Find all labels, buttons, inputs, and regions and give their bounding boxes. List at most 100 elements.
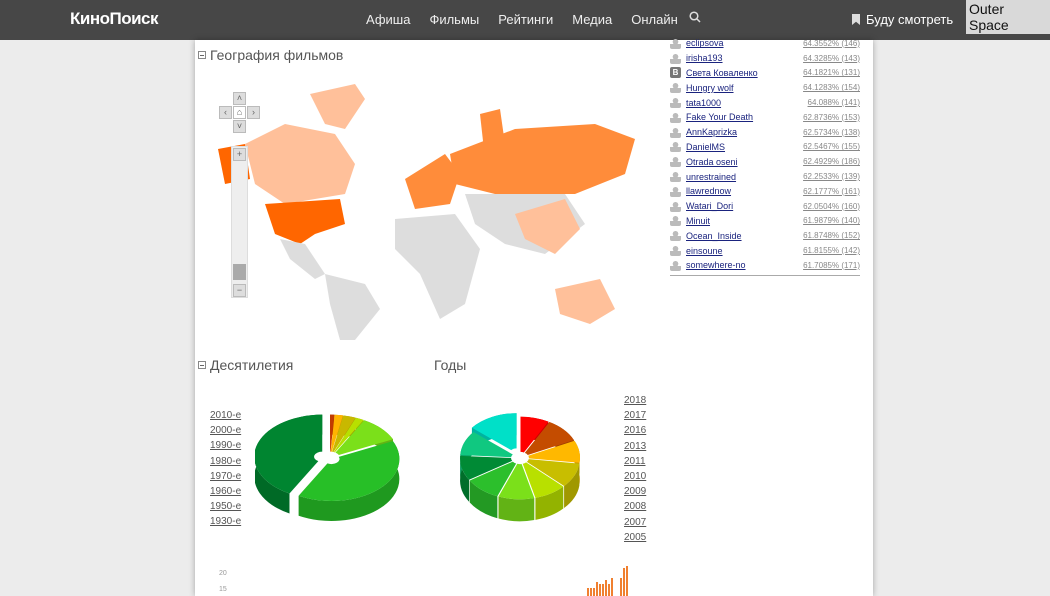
nav-media[interactable]: Медиа [572,12,612,27]
user-row: llawrednow 62.1777% (161) [670,184,860,199]
nav-films[interactable]: Фильмы [429,12,479,27]
legend-link[interactable]: 2007 [624,517,646,532]
legend-link[interactable]: 2010 [624,471,646,486]
user-link[interactable]: eclipsova [686,38,803,48]
user-link[interactable]: tata1000 [686,98,808,108]
legend-link[interactable]: 2005 [624,532,646,547]
zoom-out-button[interactable]: − [233,284,246,297]
user-link[interactable]: Fake Your Death [686,112,803,122]
watchlist-button[interactable]: Буду смотреть [852,12,953,27]
user-avatar-icon [670,37,681,49]
decades-pie-chart [255,414,400,521]
user-match-value[interactable]: 62.5734% (138) [803,128,860,137]
years-title: Годы [434,357,467,373]
user-link[interactable]: AnnKaprizka [686,127,803,137]
user-link[interactable]: DanielMS [686,142,803,152]
legend-link[interactable]: 1990-е [210,440,241,455]
user-match-value[interactable]: 62.1777% (161) [803,187,860,196]
year-bar-chart [587,566,628,596]
y-tick-20: 20 [219,570,227,577]
pan-right-button[interactable]: › [247,106,260,119]
bookmark-icon [852,14,860,25]
legend-link[interactable]: 2017 [624,410,646,425]
user-match-value[interactable]: 61.8748% (152) [803,231,860,240]
user-link[interactable]: Otrada oseni [686,157,803,167]
decades-legend: 2010-е 2000-е 1990-е 1980-е 1970-е 1960-е 1950… [210,410,241,532]
legend-link[interactable]: 1930-е [210,516,241,531]
zoom-slider-handle[interactable] [233,264,246,280]
watchlist-label: Буду смотреть [866,12,954,27]
legend-link[interactable]: 2018 [624,395,646,410]
pan-left-button[interactable]: ‹ [219,106,232,119]
user-row: B Света Коваленко 64.1821% (131) [670,66,860,81]
legend-link[interactable]: 2008 [624,501,646,516]
legend-link[interactable]: 1950-е [210,501,241,516]
user-match-value[interactable]: 62.5467% (155) [803,142,860,151]
nav-ratings[interactable]: Рейтинги [498,12,553,27]
geo-heading[interactable]: География фильмов [198,47,343,63]
legend-link[interactable]: 2009 [624,486,646,501]
map-greenland[interactable] [310,84,365,129]
map-africa[interactable] [395,214,480,319]
legend-link[interactable]: 2010-е [210,410,241,425]
zoom-in-button[interactable]: + [233,148,246,161]
user-match-value[interactable]: 61.7085% (171) [803,261,860,270]
user-match-value[interactable]: 62.4929% (186) [803,157,860,166]
user-link[interactable]: somewhere-no [686,260,803,270]
user-avatar-icon [670,215,681,227]
collapse-icon[interactable] [198,361,206,369]
map-australia[interactable] [555,279,615,324]
pan-up-button[interactable]: ˄ [233,92,246,105]
decades-heading[interactable]: Десятилетия [198,357,293,373]
user-link[interactable]: Minuit [686,216,803,226]
user-match-value[interactable]: 64.1821% (131) [803,68,860,77]
user-avatar-icon [670,185,681,197]
user-link[interactable]: llawrednow [686,186,803,196]
user-link[interactable]: unrestrained [686,172,803,182]
user-match-value[interactable]: 64.3285% (143) [803,54,860,63]
map-north-america[interactable] [245,124,355,204]
map-russia[interactable] [450,124,635,194]
legend-link[interactable]: 2016 [624,425,646,440]
user-match-value[interactable]: 61.9879% (140) [803,216,860,225]
user-avatar-icon [670,111,681,123]
collapse-icon[interactable] [198,51,206,59]
kinopoisk-logo[interactable]: КиноПоиск [70,9,159,29]
user-link[interactable]: Hungry wolf [686,83,803,93]
user-row: DanielMS 62.5467% (155) [670,140,860,155]
user-link[interactable]: Ocean_Inside [686,231,803,241]
pie-slice-2011-side[interactable] [498,496,535,522]
user-match-value[interactable]: 62.0504% (160) [803,202,860,211]
user-match-value[interactable]: 62.8736% (153) [803,113,860,122]
bar [626,566,628,596]
map-central-america[interactable] [280,239,325,279]
map-usa[interactable] [265,199,345,244]
nav-online[interactable]: Онлайн [631,12,678,27]
user-row: somewhere-no 61.7085% (171) [670,258,860,273]
bar [587,588,589,596]
user-avatar-icon [670,230,681,242]
home-icon[interactable]: ⌂ [233,106,246,119]
map-south-america[interactable] [325,274,380,340]
user-link[interactable]: Watari_Dori [686,201,803,211]
legend-link[interactable]: 1980-е [210,456,241,471]
user-link[interactable]: Света Коваленко [686,68,803,78]
user-match-value[interactable]: 64.1283% (154) [803,83,860,92]
search-icon[interactable] [689,11,701,26]
legend-link[interactable]: 2000-е [210,425,241,440]
legend-link[interactable]: 1970-е [210,471,241,486]
legend-link[interactable]: 2011 [624,456,646,471]
user-match-value[interactable]: 62.2533% (139) [803,172,860,181]
nav-afisha[interactable]: Афиша [366,12,410,27]
user-link[interactable]: irisha193 [686,53,803,63]
user-row: Otrada oseni 62.4929% (186) [670,154,860,169]
user-link[interactable]: einsoune [686,246,803,256]
world-map[interactable] [215,84,655,340]
legend-link[interactable]: 2013 [624,441,646,456]
user-avatar-icon [670,200,681,212]
user-match-value[interactable]: 61.8155% (142) [803,246,860,255]
user-match-value[interactable]: 64.088% (141) [808,98,860,107]
legend-link[interactable]: 1960-е [210,486,241,501]
user-match-value[interactable]: 64.3552% (146) [803,39,860,48]
pan-down-button[interactable]: ˅ [233,120,246,133]
